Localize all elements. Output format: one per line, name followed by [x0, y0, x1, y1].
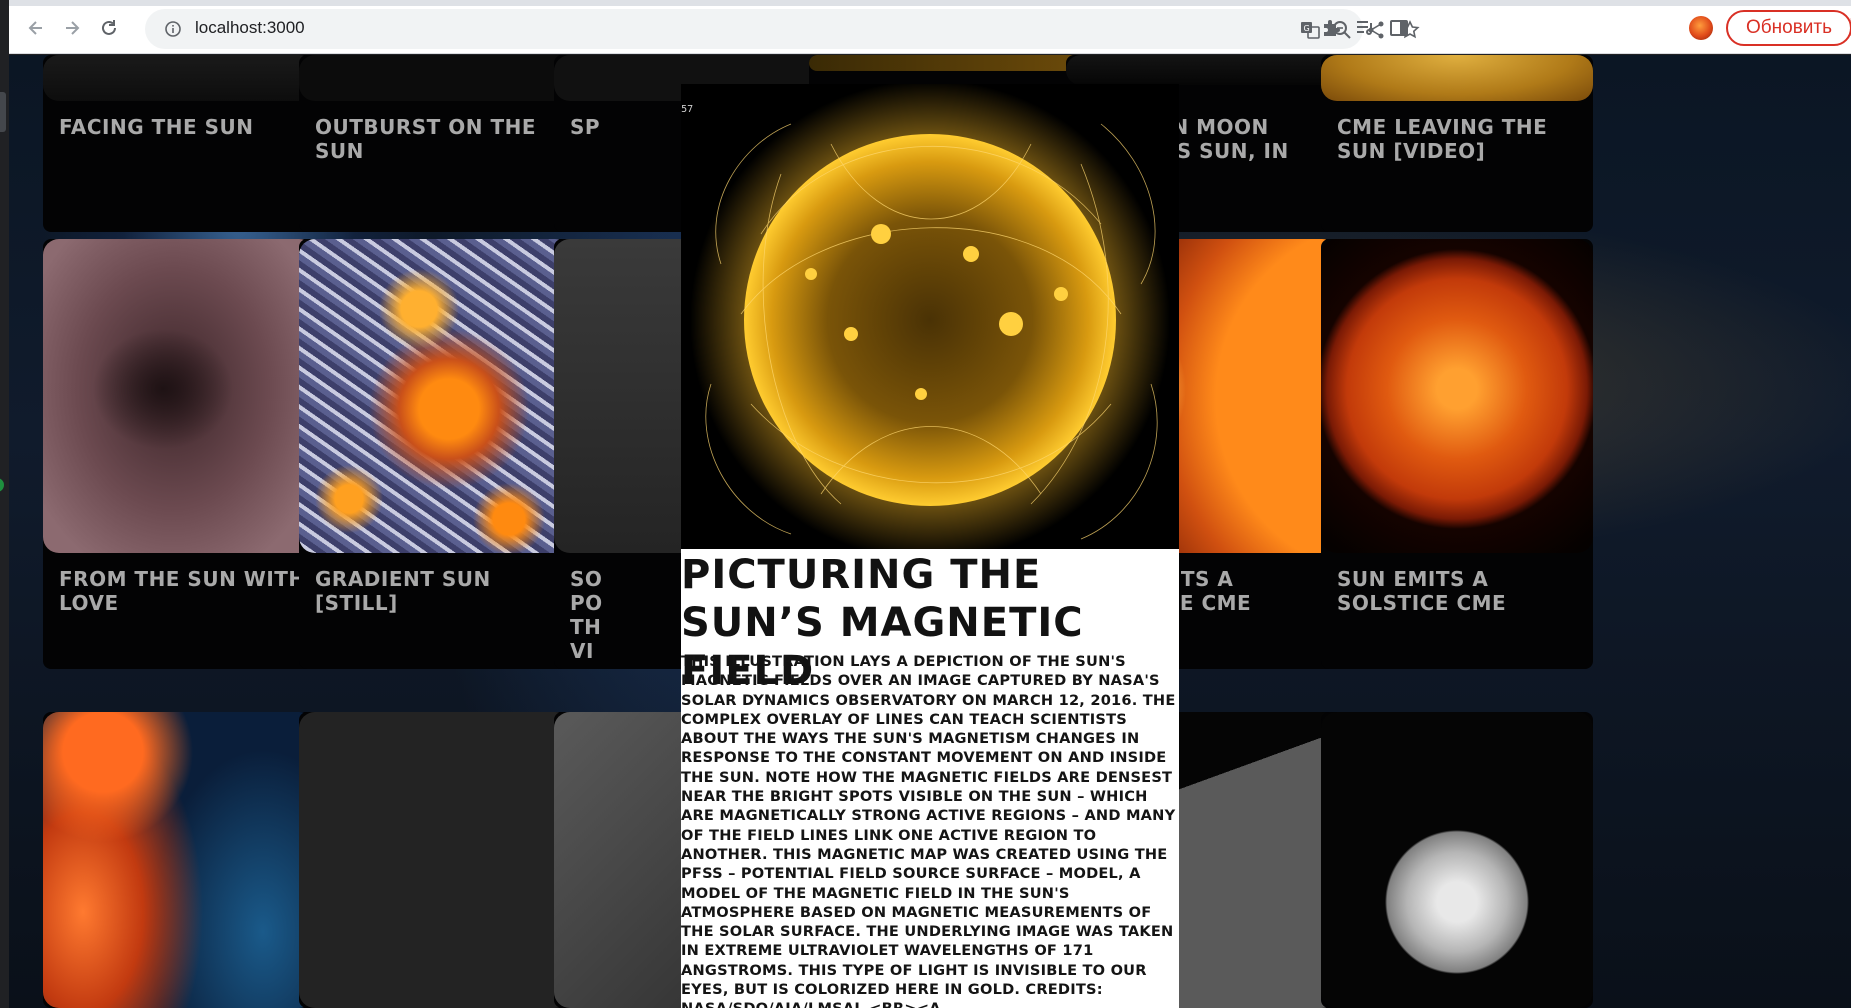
translate-button[interactable]: G — [1299, 19, 1321, 41]
gallery-card[interactable]: From the Sun with Love — [43, 239, 315, 669]
card-image — [809, 55, 1081, 71]
card-image — [43, 239, 315, 553]
extensions-button[interactable] — [1319, 16, 1343, 40]
url-text[interactable]: localhost:3000 — [195, 18, 305, 38]
card-image — [1321, 712, 1593, 1008]
back-button[interactable] — [22, 14, 50, 42]
detail-modal[interactable]: 15:16:57 Picturing the Sun’s Magnetic Fi… — [681, 84, 1179, 1008]
reload-icon — [102, 20, 116, 35]
gallery-card[interactable]: Facing the Sun — [43, 55, 315, 232]
gallery-card[interactable]: CME Leaving the Sun [video] — [1321, 55, 1593, 232]
translate-icon: G — [1301, 22, 1320, 39]
gallery-card[interactable] — [1321, 712, 1593, 1008]
tab-strip — [9, 0, 1851, 6]
card-image — [299, 239, 571, 553]
update-button[interactable]: Обновить — [1726, 10, 1851, 46]
card-image — [1066, 55, 1338, 85]
gallery-card[interactable]: Sun Emits a Solstice CME — [1321, 239, 1593, 669]
card-image — [43, 712, 315, 1008]
reading-list-icon — [1357, 21, 1372, 35]
sidebar-handle[interactable] — [0, 92, 6, 132]
gallery-card[interactable]: Gradient Sun [still] — [299, 239, 571, 669]
reading-list-button[interactable] — [1353, 16, 1377, 40]
extensions-icon — [1324, 20, 1340, 36]
side-panel-icon — [1390, 20, 1408, 36]
svg-text:G: G — [1304, 24, 1310, 33]
sidebar-strip — [0, 0, 9, 1008]
back-icon — [28, 21, 42, 35]
reload-button[interactable] — [95, 14, 123, 42]
modal-description: This illustration lays a depiction of th… — [681, 653, 1176, 1008]
sun-magnetic-field-image — [681, 84, 1179, 560]
sidebar-indicator — [0, 478, 4, 492]
forward-icon — [66, 21, 80, 35]
card-title: Sun Emits a Solstice CME — [1337, 567, 1507, 615]
card-image — [43, 55, 315, 101]
gallery-card[interactable]: Outburst on the Sun — [299, 55, 571, 232]
forward-button[interactable] — [58, 14, 86, 42]
gallery-card[interactable] — [43, 712, 315, 1008]
card-image — [1321, 239, 1593, 553]
card-title: CME Leaving the Sun [video] — [1337, 115, 1548, 163]
side-panel-button[interactable] — [1387, 16, 1411, 40]
image-timestamp: 15:16:57 — [681, 104, 694, 115]
site-info-icon[interactable] — [165, 21, 181, 37]
card-title: Gradient Sun [still] — [315, 567, 491, 615]
modal-image: 15:16:57 — [681, 84, 1179, 560]
browser-toolbar: localhost:3000 G Обновить ⋮ — [9, 0, 1851, 54]
address-bar[interactable]: localhost:3000 G — [145, 9, 1420, 49]
profile-avatar-icon[interactable] — [1689, 16, 1713, 40]
card-title: SO PO TH VI — [570, 567, 603, 663]
card-image — [1321, 55, 1593, 101]
card-title: Facing the Sun — [59, 115, 254, 139]
card-image — [299, 712, 571, 1008]
kebab-menu-icon[interactable]: ⋮ — [1841, 16, 1851, 40]
card-title: From the Sun with Love — [59, 567, 306, 615]
card-title: Outburst on the Sun — [315, 115, 537, 163]
card-image — [299, 55, 571, 101]
gallery-card[interactable] — [299, 712, 571, 1008]
